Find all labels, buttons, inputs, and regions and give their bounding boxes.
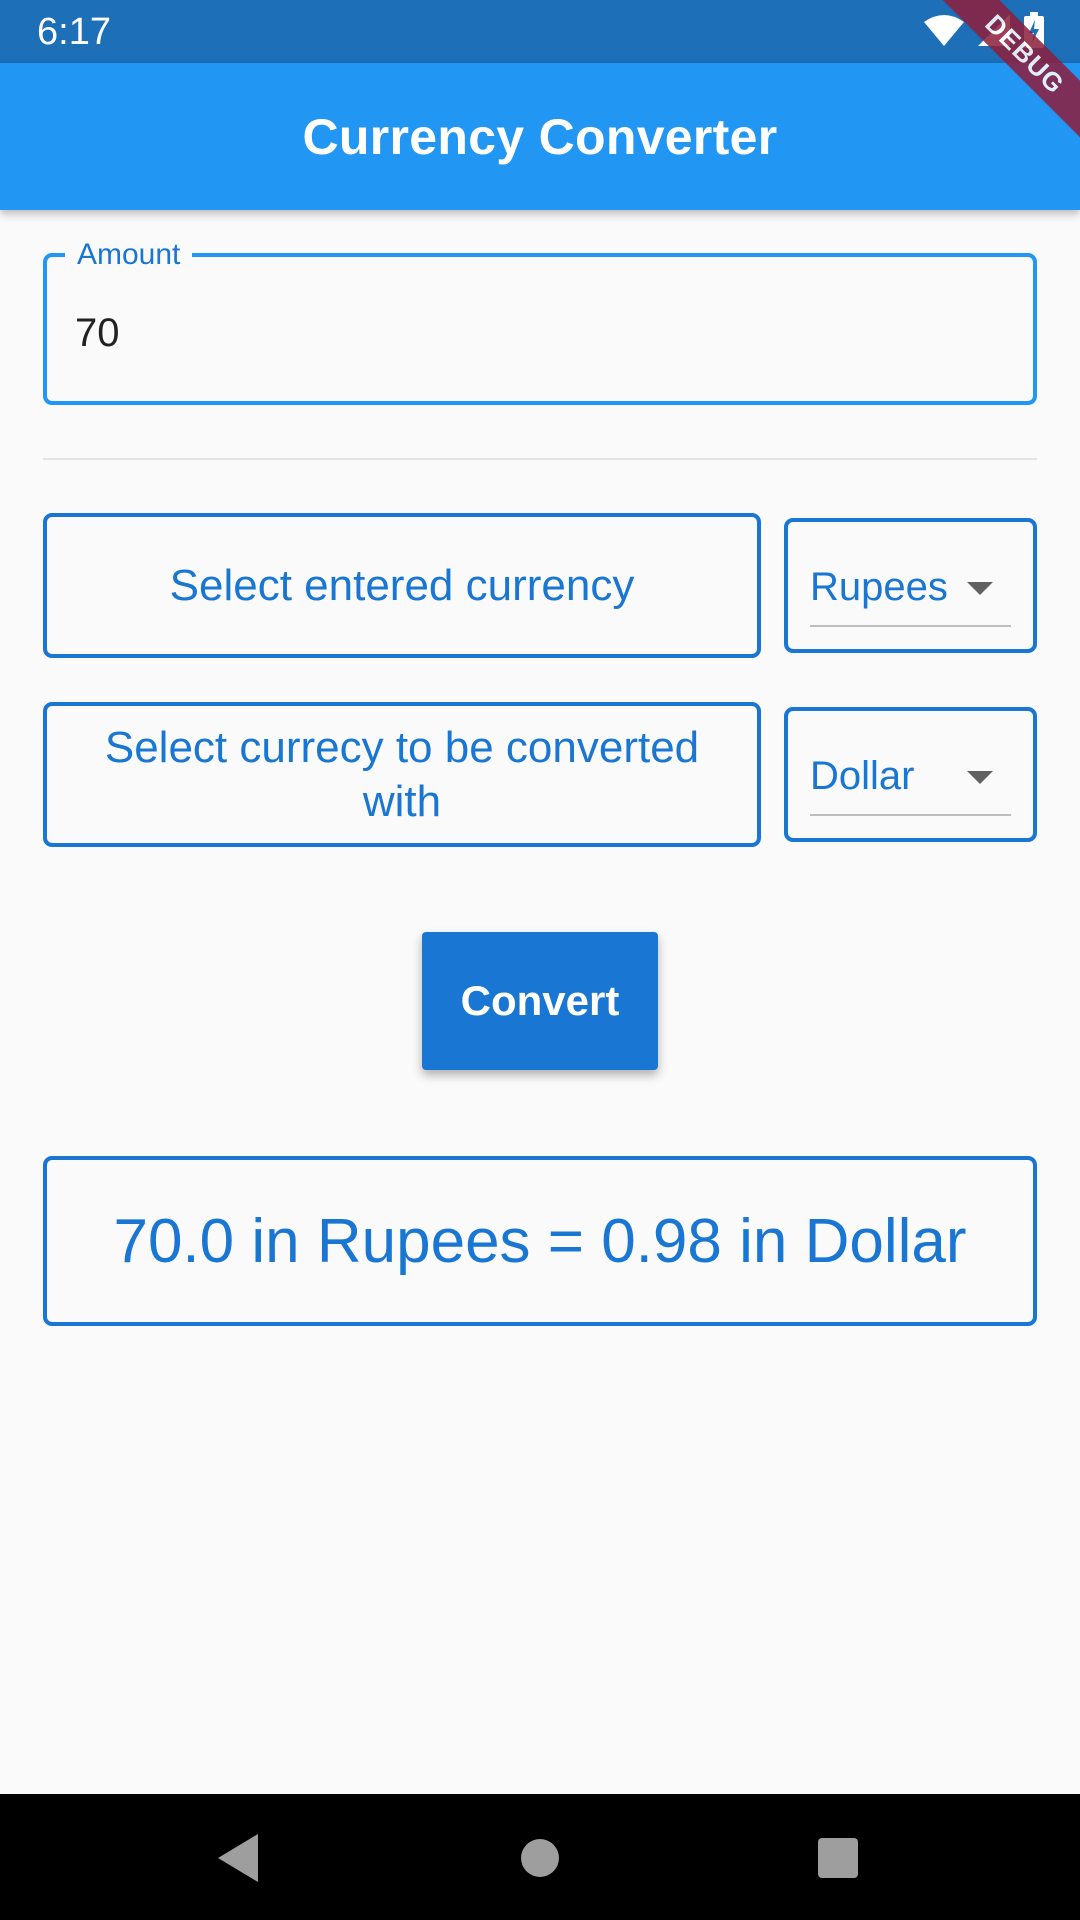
to-currency-label-box: Select currecy to be converted with <box>43 702 761 847</box>
result-text: 70.0 in Rupees = 0.98 in Dollar <box>113 1206 967 1276</box>
wifi-icon <box>924 14 964 51</box>
chevron-down-icon <box>967 582 993 595</box>
from-currency-label-box: Select entered currency <box>43 513 761 658</box>
screen: 6:17 DEBUG Currency Converter Amount 70 … <box>0 0 1080 1920</box>
app-title: Currency Converter <box>302 108 778 165</box>
status-bar: 6:17 <box>0 0 1080 63</box>
from-currency-label: Select entered currency <box>169 560 635 610</box>
amount-label: Amount <box>65 239 193 271</box>
from-currency-value: Rupees <box>810 565 948 609</box>
amount-input[interactable] <box>75 305 995 361</box>
dropdown-underline <box>810 625 1011 627</box>
to-currency-value: Dollar <box>810 754 915 798</box>
amount-field[interactable]: Amount <box>43 239 1037 405</box>
status-time: 6:17 <box>37 11 111 53</box>
recents-icon[interactable] <box>818 1838 858 1878</box>
back-icon[interactable] <box>218 1834 258 1882</box>
divider <box>43 458 1037 460</box>
result-box: 70.0 in Rupees = 0.98 in Dollar <box>43 1156 1037 1326</box>
to-currency-label: Select currecy to be converted with <box>104 722 700 826</box>
convert-button[interactable]: Convert <box>422 932 658 1070</box>
from-currency-dropdown[interactable]: Rupees <box>784 518 1037 653</box>
to-currency-dropdown[interactable]: Dollar <box>784 707 1037 842</box>
dropdown-underline <box>810 814 1011 816</box>
home-icon[interactable] <box>521 1839 559 1877</box>
chevron-down-icon <box>967 771 993 784</box>
app-bar: Currency Converter <box>0 63 1080 210</box>
nav-bar <box>0 1794 1080 1920</box>
